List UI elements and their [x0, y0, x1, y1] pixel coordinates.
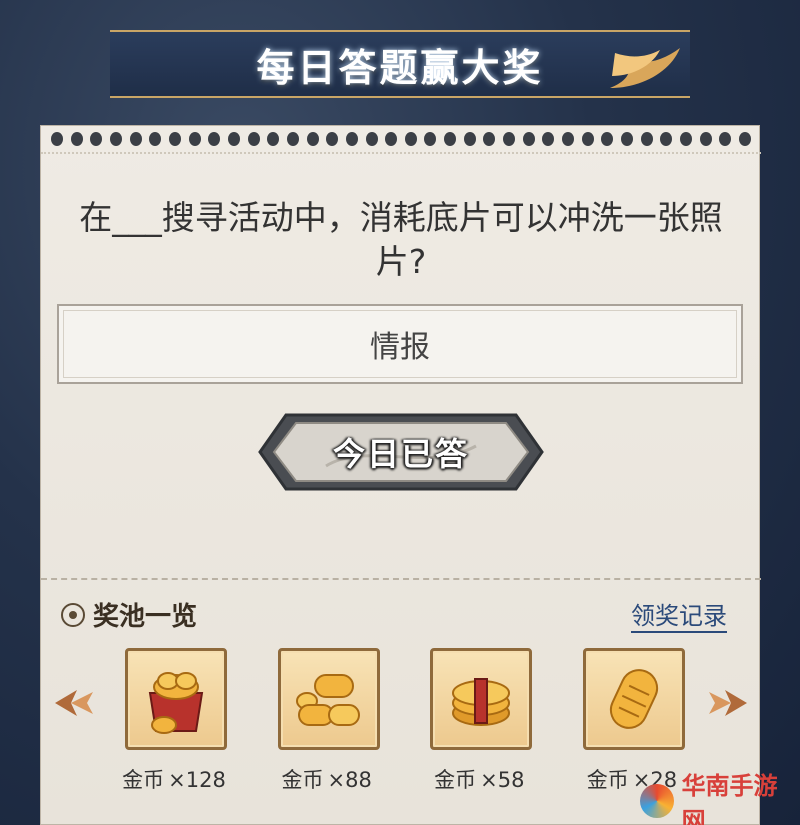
gold-coin-stack-icon — [452, 678, 511, 726]
answered-today-button[interactable]: 今日已答 — [256, 411, 546, 493]
binder-hole — [621, 132, 634, 146]
prize-pool-icon — [61, 602, 85, 627]
question-text: 在___搜寻活动中，消耗底片可以冲洗一张照片? — [79, 198, 723, 281]
gold-coin-box-icon — [148, 672, 204, 734]
binder-hole — [267, 132, 280, 146]
quiz-card: 在___搜寻活动中，消耗底片可以冲洗一张照片? 情报 今日已答 奖池一览 领奖记… — [40, 125, 761, 825]
binder-hole — [483, 132, 496, 146]
answered-today-label: 今日已答 — [332, 435, 469, 473]
binder-hole — [306, 132, 319, 146]
previous-arrow-icon[interactable] — [53, 686, 99, 720]
binder-hole — [326, 132, 339, 146]
reward-currency-label: 金币 — [122, 768, 165, 792]
prize-pool-header: 奖池一览 — [61, 596, 197, 633]
binder-hole — [168, 132, 181, 146]
binder-hole — [109, 132, 122, 146]
binder-hole — [208, 132, 221, 146]
binder-hole — [699, 132, 712, 146]
page-title: 每日答题赢大奖 — [256, 45, 544, 90]
binder-hole — [444, 132, 457, 146]
binder-hole — [581, 132, 594, 146]
reward-quantity: ×128 — [168, 768, 226, 792]
answer-option[interactable]: 情报 — [57, 304, 743, 384]
reward-currency-label: 金币 — [281, 768, 324, 792]
binder-hole — [365, 132, 378, 146]
binder-hole — [286, 132, 299, 146]
binder-hole — [463, 132, 476, 146]
reward-item: 金币 ×58 — [430, 648, 533, 794]
binder-hole — [738, 132, 751, 146]
binder-hole — [503, 132, 516, 146]
reward-frame[interactable] — [582, 648, 685, 750]
binder-hole — [227, 132, 240, 146]
reward-frame[interactable] — [430, 648, 533, 750]
claim-records-link[interactable]: 领奖记录 — [631, 596, 727, 633]
binder-hole — [404, 132, 417, 146]
reward-amount: 金币 ×58 — [434, 764, 528, 794]
right-wing-ornament-icon — [610, 48, 680, 88]
binder-hole — [51, 132, 63, 146]
binder-hole — [601, 132, 614, 146]
binder-hole — [660, 132, 673, 146]
site-watermark-text: 华南手游网 — [681, 772, 778, 825]
binder-hole — [542, 132, 555, 146]
reward-currency-label: 金币 — [434, 768, 477, 792]
binder-hole — [424, 132, 437, 146]
site-logo-icon — [640, 784, 674, 818]
reward-amount: 金币 ×88 — [281, 764, 375, 794]
reward-quantity: ×58 — [480, 768, 525, 792]
section-divider — [41, 578, 761, 580]
binder-hole — [247, 132, 260, 146]
binder-hole — [522, 132, 535, 146]
binder-hole — [562, 132, 575, 146]
binder-hole — [640, 132, 653, 146]
answer-option-label: 情报 — [370, 330, 430, 365]
binder-hole — [385, 132, 398, 146]
reward-frame[interactable] — [277, 648, 380, 750]
binder-hole — [680, 132, 692, 146]
binder-hole — [70, 132, 83, 146]
perforation-line — [41, 152, 761, 154]
gold-coin-pile-icon — [295, 674, 360, 726]
reward-item: 金币 ×88 — [277, 648, 380, 794]
reward-frame[interactable] — [125, 648, 227, 750]
binder-holes — [51, 132, 751, 148]
reward-list: 金币 ×128 金币 ×88 金币 ×58 金币 ×28 — [122, 648, 685, 794]
binder-hole — [188, 132, 201, 146]
reward-currency-label: 金币 — [586, 768, 629, 792]
reward-amount: 金币 ×128 — [122, 764, 230, 794]
binder-hole — [90, 132, 103, 146]
binder-hole — [129, 132, 142, 146]
reward-quantity: ×88 — [327, 768, 372, 792]
binder-hole — [345, 132, 358, 146]
next-arrow-icon[interactable] — [703, 686, 749, 720]
site-watermark: 华南手游网 — [640, 766, 800, 825]
gold-coin-roll-icon — [609, 669, 659, 729]
binder-hole — [719, 132, 732, 146]
binder-hole — [149, 132, 162, 146]
prize-pool-title: 奖池一览 — [93, 602, 198, 632]
reward-item: 金币 ×128 — [122, 648, 230, 794]
